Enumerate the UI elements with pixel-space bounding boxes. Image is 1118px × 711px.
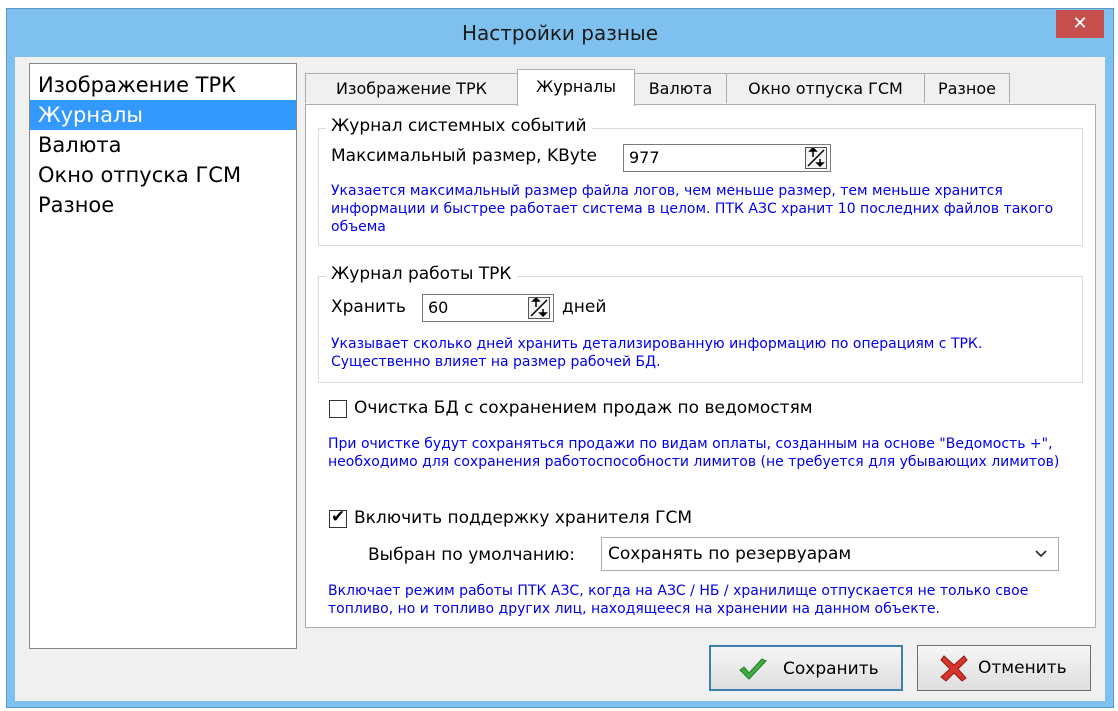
cancel-button[interactable]: Отменить	[917, 645, 1091, 691]
cleanup-note: При очистке будут сохраняться продажи по…	[328, 436, 1060, 470]
spin-updown-icon[interactable]	[528, 296, 550, 319]
pump-log-group: Журнал работы ТРК Хранить 60 дней Указыв…	[318, 264, 1083, 383]
storage-label[interactable]: Включить поддержку хранителя ГСМ	[354, 508, 692, 528]
cross-icon	[940, 655, 968, 682]
default-storage-select[interactable]: Сохранять по резервуарам	[601, 537, 1059, 571]
max-size-spinner[interactable]: 977	[623, 144, 831, 172]
pump-log-note: Указывает сколько дней хранить детализир…	[331, 336, 983, 370]
dialog-client-area: Изображение ТРК Журналы Валюта Окно отпу…	[15, 57, 1105, 701]
tab-currency[interactable]: Валюта	[634, 73, 727, 103]
max-size-value[interactable]: 977	[629, 148, 660, 167]
spin-updown-icon[interactable]	[805, 146, 827, 169]
pump-log-title: Журнал работы ТРК	[326, 264, 517, 284]
sidebar-item-misc[interactable]: Разное	[30, 190, 296, 220]
default-storage-label: Выбран по умолчанию:	[368, 545, 576, 565]
system-log-title: Журнал системных событий	[326, 116, 592, 136]
sidebar-item-fuel-window[interactable]: Окно отпуска ГСМ	[30, 160, 296, 190]
sidebar-item-currency[interactable]: Валюта	[30, 130, 296, 160]
sidebar-list: Изображение ТРК Журналы Валюта Окно отпу…	[29, 63, 297, 649]
max-size-label: Максимальный размер, KByte	[331, 146, 597, 166]
window-title: Настройки разные	[461, 21, 659, 45]
cleanup-label[interactable]: Очистка БД с сохранением продаж по ведом…	[354, 398, 813, 418]
check-icon: ✔	[331, 507, 346, 527]
tab-pump-image[interactable]: Изображение ТРК	[305, 73, 518, 103]
storage-note: Включает режим работы ПТК АЗС, когда на …	[328, 583, 1029, 617]
system-log-note: Указается максимальный размер файла лого…	[331, 183, 1054, 235]
tab-logs[interactable]: Журналы	[517, 69, 635, 106]
sidebar-item-logs[interactable]: Журналы	[30, 100, 296, 130]
sidebar-item-pump-image[interactable]: Изображение ТРК	[30, 70, 296, 100]
cleanup-checkbox[interactable]	[329, 400, 347, 418]
keep-days-value[interactable]: 60	[428, 298, 448, 317]
storage-checkbox[interactable]: ✔	[329, 507, 347, 528]
tab-misc[interactable]: Разное	[924, 73, 1010, 103]
default-storage-value[interactable]: Сохранять по резервуарам	[608, 544, 851, 564]
tab-panel-logs: Журнал системных событий Максимальный ра…	[305, 104, 1096, 628]
settings-dialog: Настройки разные ✕ Изображение ТРК Журна…	[6, 8, 1114, 708]
close-button[interactable]: ✕	[1056, 10, 1104, 38]
keep-label: Хранить	[331, 297, 406, 317]
keep-days-spinner[interactable]: 60	[422, 294, 554, 322]
close-icon[interactable]: ✕	[1072, 13, 1087, 34]
cancel-button-label: Отменить	[978, 658, 1067, 678]
checkmark-icon	[739, 658, 767, 680]
tab-fuel-window[interactable]: Окно отпуска ГСМ	[726, 73, 925, 103]
title-bar: Настройки разные ✕	[7, 9, 1113, 57]
save-button-label: Сохранить	[783, 659, 879, 679]
system-log-group: Журнал системных событий Максимальный ра…	[318, 116, 1083, 246]
chevron-down-icon[interactable]	[1034, 538, 1048, 582]
save-button[interactable]: Сохранить	[709, 645, 903, 691]
days-label: дней	[562, 297, 607, 317]
